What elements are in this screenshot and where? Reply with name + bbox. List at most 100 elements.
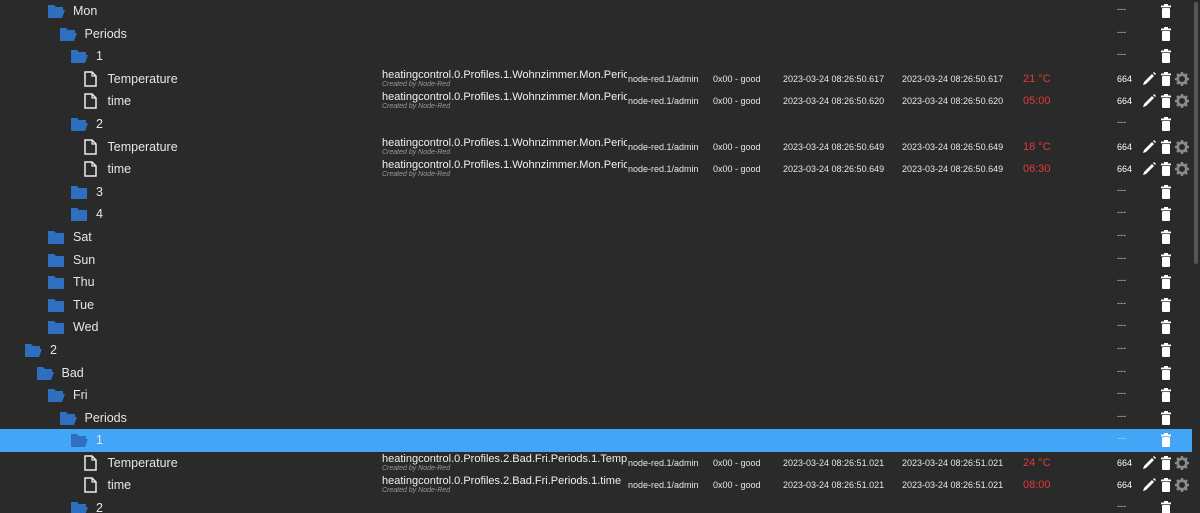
edit-button[interactable] [1141, 71, 1157, 87]
settings-button[interactable] [1174, 477, 1190, 493]
folder-open-icon[interactable] [24, 342, 42, 357]
tree-item-name[interactable]: Fri [73, 388, 88, 402]
delete-button[interactable] [1158, 455, 1174, 471]
folder-row[interactable]: Tue --- [0, 294, 1192, 317]
folder-row[interactable]: 2 --- [0, 339, 1192, 362]
state-row[interactable]: time heatingcontrol.0.Profiles.1.Wohnzimm… [0, 90, 1192, 113]
delete-button[interactable] [1158, 116, 1174, 132]
delete-button[interactable] [1158, 500, 1174, 513]
delete-button[interactable] [1158, 139, 1174, 155]
folder-open-icon[interactable] [59, 26, 77, 41]
tree-item-name[interactable]: time [108, 94, 132, 108]
state-row[interactable]: Temperature heatingcontrol.0.Profiles.1.W… [0, 136, 1192, 159]
folder-row[interactable]: Periods --- [0, 407, 1192, 430]
tree-item-name[interactable]: Sun [73, 253, 95, 267]
object-id[interactable]: heatingcontrol.0.Profiles.1.Wohnzimmer.M… [382, 69, 627, 81]
file-icon[interactable] [82, 161, 100, 177]
folder-row[interactable]: Periods --- [0, 23, 1192, 46]
settings-button[interactable] [1174, 71, 1190, 87]
edit-button[interactable] [1141, 161, 1157, 177]
tree-item-name[interactable]: Wed [73, 320, 98, 334]
state-value[interactable]: 24 °C [1023, 457, 1051, 469]
settings-button[interactable] [1174, 93, 1190, 109]
folder-row[interactable]: 1 --- [0, 45, 1192, 68]
folder-row[interactable]: Mon --- [0, 0, 1192, 23]
file-icon[interactable] [82, 71, 100, 87]
delete-button[interactable] [1158, 297, 1174, 313]
tree-item-name[interactable]: 2 [96, 501, 103, 513]
settings-button[interactable] [1174, 455, 1190, 471]
delete-button[interactable] [1158, 342, 1174, 358]
folder-open-icon[interactable] [59, 410, 77, 425]
state-value[interactable]: 05:00 [1023, 95, 1051, 107]
file-icon[interactable] [82, 138, 100, 155]
object-id[interactable]: heatingcontrol.0.Profiles.1.Wohnzimmer.M… [382, 91, 627, 103]
delete-button[interactable] [1158, 93, 1174, 109]
folder-row[interactable]: Fri --- [0, 384, 1192, 407]
state-row[interactable]: Temperature heatingcontrol.0.Profiles.2.B… [0, 452, 1192, 475]
folder-open-icon[interactable] [70, 500, 88, 513]
scrollbar[interactable] [1192, 0, 1200, 513]
delete-button[interactable] [1158, 365, 1174, 381]
object-id[interactable]: heatingcontrol.0.Profiles.2.Bad.Fri.Peri… [382, 453, 627, 465]
tree-item-name[interactable]: Mon [73, 4, 97, 18]
delete-button[interactable] [1158, 319, 1174, 335]
tree-item-name[interactable]: Thu [73, 275, 95, 289]
tree-item-name[interactable]: Temperature [108, 140, 178, 154]
folder-icon[interactable] [47, 297, 65, 312]
tree-item-name[interactable]: 1 [96, 433, 103, 447]
tree-item-name[interactable]: Temperature [108, 456, 178, 470]
tree-item-name[interactable]: Periods [85, 411, 127, 425]
state-row[interactable]: Temperature heatingcontrol.0.Profiles.1.W… [0, 68, 1192, 91]
folder-open-icon[interactable] [70, 432, 88, 448]
edit-button[interactable] [1141, 455, 1157, 471]
file-icon[interactable] [82, 455, 100, 471]
scrollbar-thumb[interactable] [1194, 2, 1198, 264]
folder-open-icon[interactable] [70, 48, 88, 64]
state-row[interactable]: time heatingcontrol.0.Profiles.1.Wohnzimm… [0, 158, 1192, 181]
folder-row[interactable]: 2 --- [0, 497, 1192, 513]
delete-button[interactable] [1158, 274, 1174, 290]
object-id[interactable]: heatingcontrol.0.Profiles.1.Wohnzimmer.M… [382, 159, 627, 171]
folder-row[interactable]: 4 --- [0, 203, 1192, 226]
state-value[interactable]: 08:00 [1023, 479, 1051, 491]
delete-button[interactable] [1158, 229, 1174, 245]
tree-item-name[interactable]: time [108, 162, 132, 176]
folder-row[interactable]: Thu --- [0, 271, 1192, 294]
tree-item-name[interactable]: Temperature [108, 72, 178, 86]
tree-item-name[interactable]: 4 [96, 207, 103, 221]
object-id[interactable]: heatingcontrol.0.Profiles.1.Wohnzimmer.M… [382, 137, 627, 149]
tree-item-name[interactable]: 1 [96, 49, 103, 63]
state-value[interactable]: 06:30 [1023, 163, 1051, 175]
tree-item-name[interactable]: Bad [62, 366, 84, 380]
edit-button[interactable] [1141, 477, 1157, 493]
state-row[interactable]: time heatingcontrol.0.Profiles.2.Bad.Fri.… [0, 474, 1192, 497]
delete-button[interactable] [1158, 161, 1174, 177]
tree-item-name[interactable]: 2 [50, 343, 57, 357]
edit-button[interactable] [1141, 93, 1157, 109]
folder-icon[interactable] [70, 184, 88, 199]
delete-button[interactable] [1158, 432, 1174, 448]
folder-row[interactable]: 1 --- [0, 429, 1192, 452]
folder-row[interactable]: Sun --- [0, 249, 1192, 272]
tree-item-name[interactable]: Periods [85, 27, 127, 41]
settings-button[interactable] [1174, 161, 1190, 177]
delete-button[interactable] [1158, 3, 1174, 19]
tree-item-name[interactable]: 3 [96, 185, 103, 199]
folder-row[interactable]: Wed --- [0, 316, 1192, 339]
folder-open-icon[interactable] [47, 387, 65, 403]
tree-item-name[interactable]: Tue [73, 298, 94, 312]
edit-button[interactable] [1141, 139, 1157, 155]
file-icon[interactable] [82, 93, 100, 110]
folder-icon[interactable] [47, 274, 65, 290]
delete-button[interactable] [1158, 48, 1174, 64]
folder-row[interactable]: 3 --- [0, 181, 1192, 204]
folder-row[interactable]: Sat --- [0, 226, 1192, 249]
folder-icon[interactable] [47, 229, 65, 244]
tree-item-name[interactable]: 2 [96, 117, 103, 131]
delete-button[interactable] [1158, 477, 1174, 493]
folder-row[interactable]: 2 --- [0, 113, 1192, 136]
settings-button[interactable] [1174, 139, 1190, 155]
folder-open-icon[interactable] [36, 365, 54, 380]
delete-button[interactable] [1158, 26, 1174, 42]
